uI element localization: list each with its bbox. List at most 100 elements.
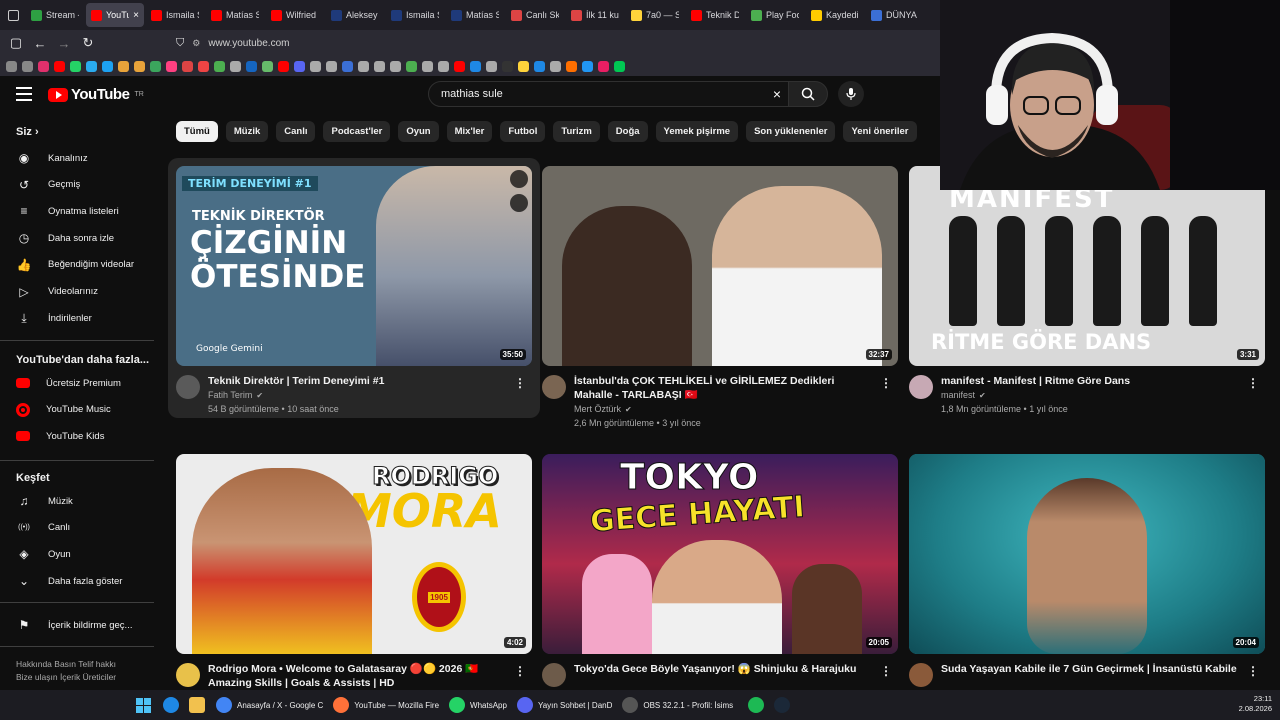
video-card[interactable]: MANIFEST RİTME GÖRE DANS 3:31 manifest - Ma… bbox=[909, 166, 1265, 426]
bookmark-icon[interactable] bbox=[534, 60, 545, 72]
bookmark-icon[interactable] bbox=[358, 60, 369, 72]
sidebar-item[interactable]: ⤓ İndirilenler bbox=[16, 305, 156, 331]
filter-chip[interactable]: Müzik bbox=[225, 121, 269, 142]
bookmark-icon[interactable] bbox=[22, 60, 33, 72]
channel-avatar[interactable] bbox=[909, 375, 933, 399]
browser-tab[interactable]: Canlı Sko bbox=[506, 3, 564, 27]
filter-chip[interactable]: Oyun bbox=[398, 121, 439, 142]
video-card[interactable]: RODRIGO MORA 1905 4:02 Rodrigo Mora • Welcom… bbox=[176, 454, 532, 690]
video-card[interactable]: 20:04 Suda Yaşayan Kabile ile 7 Gün Geçir… bbox=[909, 454, 1265, 702]
filter-chip[interactable]: Yeni öneriler bbox=[843, 121, 917, 142]
sidebar-toggle-icon[interactable]: ▢ bbox=[4, 31, 28, 55]
voice-search-button[interactable] bbox=[838, 81, 864, 107]
bookmark-icon[interactable] bbox=[262, 60, 273, 72]
bookmark-icon[interactable] bbox=[294, 60, 305, 72]
video-title[interactable]: Tokyo'da Gece Böyle Yaşanıyor! 😱 Shinjuk… bbox=[574, 662, 874, 676]
filter-chip[interactable]: Podcast'ler bbox=[323, 121, 391, 142]
video-title[interactable]: Suda Yaşayan Kabile ile 7 Gün Geçirmek |… bbox=[941, 662, 1241, 676]
url-bar[interactable]: ⛉ ⚙ www.youtube.com bbox=[176, 33, 936, 53]
bookmark-icon[interactable] bbox=[374, 60, 385, 72]
youtube-logo[interactable]: YouTube TR bbox=[48, 86, 144, 103]
more-options-icon[interactable]: ⋮ bbox=[1247, 664, 1259, 678]
bookmark-icon[interactable] bbox=[582, 60, 593, 72]
sidebar-item[interactable]: ((•)) Canlı bbox=[16, 515, 156, 541]
channel-name[interactable]: manifest ✔ bbox=[941, 390, 986, 400]
video-card[interactable]: TERİM DENEYİMİ #1 TEKNİK DİREKTÖR ÇİZGİNİN… bbox=[168, 158, 540, 418]
sidebar-item[interactable]: ◈ Oyun bbox=[16, 541, 156, 567]
bookmark-icon[interactable] bbox=[166, 60, 177, 72]
bookmark-icon[interactable] bbox=[102, 60, 113, 72]
browser-tab[interactable]: Play Foot bbox=[746, 3, 804, 27]
video-thumbnail[interactable]: RODRIGO MORA 1905 4:02 bbox=[176, 454, 532, 654]
channel-avatar[interactable] bbox=[542, 375, 566, 399]
filter-chip[interactable]: Son yüklenenler bbox=[746, 121, 836, 142]
search-button[interactable] bbox=[788, 81, 828, 107]
you-section-title[interactable]: Siz › bbox=[16, 126, 39, 138]
bookmark-icon[interactable] bbox=[214, 60, 225, 72]
bookmark-icon[interactable] bbox=[470, 60, 481, 72]
video-title[interactable]: İstanbul'da ÇOK TEHLİKELİ ve GİRİLEMEZ D… bbox=[574, 374, 874, 402]
browser-tab[interactable]: Stream - bbox=[26, 3, 84, 27]
sidebar-item[interactable]: ◷ Daha sonra izle bbox=[16, 225, 156, 251]
footer-links[interactable]: Bize ulaşın İçerik Üreticiler bbox=[16, 672, 116, 682]
add-to-queue-icon[interactable] bbox=[510, 194, 528, 212]
bookmark-icon[interactable] bbox=[134, 60, 145, 72]
browser-tab[interactable]: YouTube× bbox=[86, 3, 144, 27]
bookmark-icon[interactable] bbox=[422, 60, 433, 72]
browser-tab[interactable]: Ismaila S bbox=[386, 3, 444, 27]
windows-start-icon[interactable] bbox=[136, 697, 151, 713]
spotify-icon[interactable] bbox=[748, 697, 765, 713]
reload-icon[interactable]: ↻ bbox=[76, 31, 100, 55]
bookmark-icon[interactable] bbox=[198, 60, 209, 72]
browser-tab[interactable]: Matías S bbox=[206, 3, 264, 27]
channel-name[interactable]: Mert Öztürk ✔ bbox=[574, 404, 632, 414]
channel-avatar[interactable] bbox=[176, 375, 200, 399]
browser-tab[interactable]: Kaydedil bbox=[806, 3, 864, 27]
bookmark-icon[interactable] bbox=[454, 60, 465, 72]
sidebar-item[interactable]: YouTube Kids bbox=[16, 423, 156, 449]
site-settings-icon[interactable]: ⚙ bbox=[192, 38, 200, 49]
taskbar-app[interactable]: Anasayfa / X - Google C bbox=[216, 697, 323, 713]
sidebar-item[interactable]: ≡ Oynatma listeleri bbox=[16, 198, 156, 224]
tab-close-icon[interactable]: × bbox=[133, 10, 139, 21]
bookmark-icon[interactable] bbox=[598, 60, 609, 72]
sidebar-item[interactable]: YouTube Music bbox=[16, 397, 156, 423]
channel-avatar[interactable] bbox=[176, 663, 200, 687]
search-text[interactable]: mathias sule bbox=[441, 88, 503, 100]
bookmark-icon[interactable] bbox=[6, 60, 17, 72]
url-text[interactable]: www.youtube.com bbox=[208, 38, 289, 49]
bookmark-icon[interactable] bbox=[550, 60, 561, 72]
browser-tab[interactable]: İlk 11 ku bbox=[566, 3, 624, 27]
back-icon[interactable]: ← bbox=[28, 31, 52, 55]
menu-icon[interactable] bbox=[16, 87, 32, 101]
video-title[interactable]: Teknik Direktör | Terim Deneyimi #1 bbox=[208, 374, 508, 388]
filter-chip[interactable]: Turizm bbox=[553, 121, 600, 142]
bookmark-icon[interactable] bbox=[230, 60, 241, 72]
bookmark-icon[interactable] bbox=[486, 60, 497, 72]
steam-icon[interactable] bbox=[774, 697, 791, 713]
sidebar-item[interactable]: ↺ Geçmiş bbox=[16, 172, 156, 198]
filter-chip[interactable]: Yemek pişirme bbox=[655, 121, 739, 142]
bookmark-icon[interactable] bbox=[86, 60, 97, 72]
taskbar-app[interactable]: OBS 32.2.1 - Profil: İsims bbox=[622, 697, 733, 713]
watch-later-icon[interactable] bbox=[510, 170, 528, 188]
video-thumbnail[interactable]: TOKYO GECE HAYATI 20:05 bbox=[542, 454, 898, 654]
bookmark-icon[interactable] bbox=[390, 60, 401, 72]
bookmark-icon[interactable] bbox=[614, 60, 625, 72]
filter-chip[interactable]: Doğa bbox=[607, 121, 648, 142]
bookmark-icon[interactable] bbox=[150, 60, 161, 72]
bookmark-icon[interactable] bbox=[406, 60, 417, 72]
taskbar-app[interactable]: WhatsApp bbox=[449, 697, 507, 713]
browser-tab[interactable]: Matías S bbox=[446, 3, 504, 27]
bookmark-icon[interactable] bbox=[38, 60, 49, 72]
filter-chip[interactable]: Futbol bbox=[500, 121, 546, 142]
video-card[interactable]: 32:37 İstanbul'da ÇOK TEHLİKELİ ve GİRİLE… bbox=[542, 166, 898, 428]
browser-tab[interactable]: Wilfried bbox=[266, 3, 324, 27]
video-title[interactable]: Rodrigo Mora • Welcome to Galatasaray 🔴🟡… bbox=[208, 662, 508, 690]
more-options-icon[interactable]: ⋮ bbox=[514, 664, 526, 678]
bookmark-icon[interactable] bbox=[70, 60, 81, 72]
sidebar-item[interactable]: ◉ Kanalınız bbox=[16, 145, 156, 171]
browser-tab[interactable]: Ismaila S bbox=[146, 3, 204, 27]
channel-avatar[interactable] bbox=[909, 663, 933, 687]
browser-tab[interactable]: Teknik D bbox=[686, 3, 744, 27]
